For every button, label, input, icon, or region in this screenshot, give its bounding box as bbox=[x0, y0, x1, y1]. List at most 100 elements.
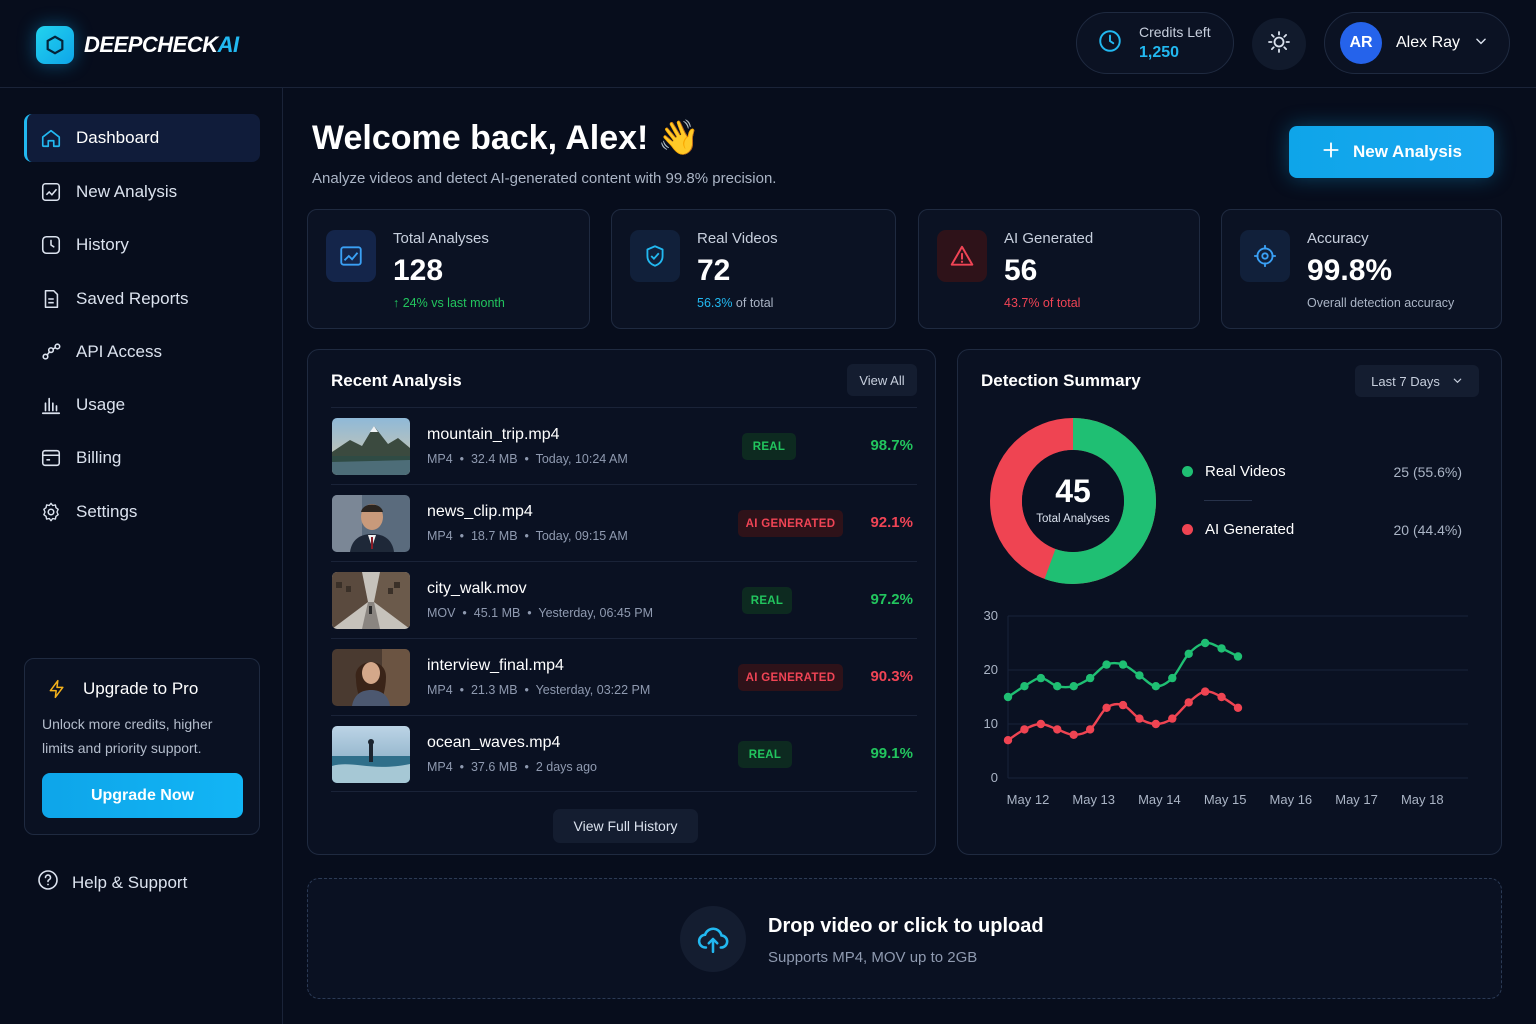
video-thumbnail bbox=[332, 726, 410, 783]
sidebar-item-billing[interactable]: Billing bbox=[24, 434, 260, 482]
file-name: news_clip.mp4 bbox=[427, 503, 533, 520]
panel-title: Recent Analysis bbox=[331, 371, 462, 390]
user-menu[interactable]: AR Alex Ray bbox=[1324, 12, 1510, 74]
sidebar-item-history[interactable]: History bbox=[24, 221, 260, 269]
legend-value: 20 (44.4%) bbox=[1393, 521, 1462, 538]
data-point bbox=[1036, 719, 1046, 729]
stat-label: Total Analyses bbox=[393, 230, 489, 247]
data-point bbox=[1217, 692, 1226, 702]
new-analysis-label: New Analysis bbox=[1353, 142, 1462, 161]
new-analysis-button[interactable]: New Analysis bbox=[1289, 126, 1494, 178]
stat-card-total-analyses: Total Analyses 128 ↑ 24% vs last month bbox=[307, 209, 590, 329]
x-tick-label: May 16 bbox=[1270, 792, 1313, 807]
data-point bbox=[1020, 682, 1029, 691]
x-tick-label: May 14 bbox=[1138, 792, 1181, 807]
shield-check-icon bbox=[630, 230, 680, 282]
legend-divider bbox=[1204, 500, 1252, 501]
data-point bbox=[1069, 730, 1078, 739]
new-analysis-icon bbox=[40, 181, 62, 203]
sidebar-item-label: Dashboard bbox=[76, 128, 160, 147]
sidebar-item-label: Billing bbox=[76, 448, 122, 467]
plus-icon bbox=[1321, 140, 1341, 165]
stat-sub: Overall detection accuracy bbox=[1307, 296, 1455, 310]
legend-item-real: Real Videos 25 (55.6%) bbox=[1182, 463, 1462, 480]
table-row[interactable]: mountain_trip.mp4 MP4 • 32.4 MB • Today,… bbox=[331, 407, 917, 484]
table-row[interactable]: interview_final.mp4 MP4 • 21.3 MB • Yest… bbox=[331, 638, 917, 715]
brand-name: DEEPCHECKAI bbox=[84, 32, 239, 57]
cloud-upload-icon bbox=[680, 906, 746, 972]
avatar: AR bbox=[1340, 22, 1382, 64]
data-point bbox=[1151, 682, 1161, 691]
detection-summary-panel: Detection Summary Last 7 Days 45 Total A… bbox=[957, 349, 1502, 855]
line-chart: 0 10 20 30 May 12 May 13 May 14 May 15 May 16 May… bbox=[984, 608, 1468, 807]
file-meta: MP4 • 32.4 MB • Today, 10:24 AM bbox=[427, 452, 628, 466]
data-point bbox=[1118, 700, 1128, 710]
video-thumbnail bbox=[332, 572, 410, 629]
page-title: Welcome back, Alex! 👋 bbox=[312, 119, 701, 157]
sidebar: Dashboard New Analysis History Saved Rep… bbox=[0, 88, 283, 1024]
table-row[interactable]: city_walk.mov MOV • 45.1 MB • Yesterday,… bbox=[331, 561, 917, 638]
sidebar-item-label: Saved Reports bbox=[76, 289, 189, 308]
data-point bbox=[1069, 682, 1078, 691]
y-tick-label: 0 bbox=[991, 770, 998, 785]
data-point bbox=[1168, 714, 1177, 723]
data-point bbox=[1118, 660, 1128, 669]
stat-value: 56 bbox=[1004, 254, 1038, 287]
help-support-link[interactable]: Help & Support bbox=[36, 868, 187, 897]
x-tick-label: May 17 bbox=[1335, 792, 1378, 807]
sidebar-item-label: Usage bbox=[76, 395, 126, 414]
sidebar-item-settings[interactable]: Settings bbox=[24, 488, 260, 536]
sidebar-item-saved-reports[interactable]: Saved Reports bbox=[24, 275, 260, 323]
file-meta: MP4 • 37.6 MB • 2 days ago bbox=[427, 760, 597, 774]
sidebar-item-label: API Access bbox=[76, 342, 162, 361]
panel-title: Detection Summary bbox=[981, 371, 1141, 390]
stat-value: 72 bbox=[697, 254, 731, 287]
credits-label: Credits Left bbox=[1139, 24, 1211, 40]
sidebar-item-dashboard[interactable]: Dashboard bbox=[24, 114, 260, 162]
date-range-select[interactable]: Last 7 Days bbox=[1355, 365, 1479, 397]
theme-toggle-button[interactable] bbox=[1252, 18, 1306, 70]
data-point bbox=[1200, 687, 1210, 696]
data-point bbox=[1168, 673, 1177, 683]
donut-chart: 45 Total Analyses bbox=[990, 418, 1156, 584]
status-badge: REAL bbox=[742, 433, 796, 460]
file-meta: MP4 • 21.3 MB • Yesterday, 03:22 PM bbox=[427, 683, 651, 697]
legend-value: 25 (55.6%) bbox=[1393, 463, 1462, 480]
sun-icon bbox=[1267, 30, 1291, 59]
sidebar-item-api-access[interactable]: API Access bbox=[24, 328, 260, 376]
upgrade-title: Upgrade to Pro bbox=[83, 679, 199, 698]
upgrade-card: Upgrade to Pro Unlock more credits, high… bbox=[24, 658, 260, 835]
legend-label: AI Generated bbox=[1205, 521, 1295, 538]
target-icon bbox=[1240, 230, 1290, 282]
view-full-history-button[interactable]: View Full History bbox=[553, 809, 698, 843]
data-point bbox=[1003, 692, 1013, 702]
stat-value: 128 bbox=[393, 254, 444, 287]
credits-pill[interactable]: Credits Left 1,250 bbox=[1076, 12, 1234, 74]
data-point bbox=[1184, 649, 1193, 658]
x-tick-label: May 18 bbox=[1401, 792, 1444, 807]
upload-dropzone[interactable]: Drop video or click to upload Supports M… bbox=[307, 878, 1502, 999]
sidebar-item-label: New Analysis bbox=[76, 182, 178, 201]
table-row[interactable]: ocean_waves.mp4 MP4 • 37.6 MB • 2 days a… bbox=[331, 715, 917, 792]
table-row[interactable]: news_clip.mp4 MP4 • 18.7 MB • Today, 09:… bbox=[331, 484, 917, 561]
sidebar-item-new-analysis[interactable]: New Analysis bbox=[24, 168, 260, 216]
stat-label: Accuracy bbox=[1307, 230, 1369, 247]
lightning-icon bbox=[47, 678, 67, 705]
help-icon bbox=[36, 868, 60, 897]
chevron-down-icon bbox=[1452, 374, 1463, 389]
upgrade-now-button[interactable]: Upgrade Now bbox=[42, 773, 243, 818]
series-line-ai bbox=[1007, 690, 1239, 742]
api-icon bbox=[40, 341, 62, 363]
file-name: city_walk.mov bbox=[427, 580, 527, 597]
file-name: ocean_waves.mp4 bbox=[427, 734, 561, 751]
file-name: interview_final.mp4 bbox=[427, 657, 564, 674]
stat-card-real-videos: Real Videos 72 56.3% of total bbox=[611, 209, 896, 329]
sidebar-item-usage[interactable]: Usage bbox=[24, 381, 260, 429]
legend-label: Real Videos bbox=[1205, 463, 1286, 480]
confidence-score: 98.7% bbox=[870, 437, 913, 454]
logo-hexagon-icon bbox=[36, 26, 74, 64]
view-all-button[interactable]: View All bbox=[847, 364, 917, 396]
file-meta: MOV • 45.1 MB • Yesterday, 06:45 PM bbox=[427, 606, 654, 620]
x-tick-label: May 15 bbox=[1204, 792, 1247, 807]
logo[interactable]: DEEPCHECKAI bbox=[36, 26, 239, 64]
